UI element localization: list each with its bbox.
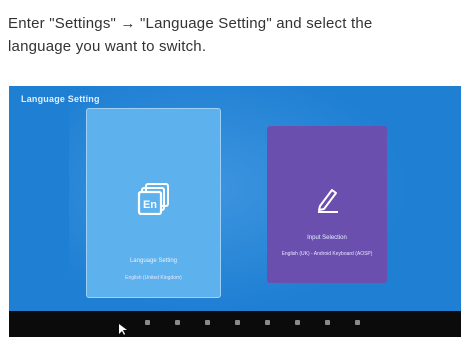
language-setting-value: English (United Kingdom) [125, 275, 182, 281]
device-screen: Language Setting En Language Setting Eng… [9, 86, 461, 337]
instruction-line-1: Enter "Settings" → "Language Setting" an… [8, 15, 373, 32]
mouse-cursor-icon [119, 323, 127, 337]
pen-icon [312, 184, 342, 219]
recents-icon[interactable] [205, 320, 210, 325]
settings-icon[interactable] [355, 320, 360, 325]
volume-up-icon[interactable] [295, 320, 300, 325]
input-selection-label: Input Selection [307, 235, 347, 241]
home-icon[interactable] [175, 320, 180, 325]
input-selection-tile[interactable]: Input Selection English (UK) - Android K… [267, 126, 387, 283]
menu-icon[interactable] [325, 320, 330, 325]
navigation-bar [9, 311, 461, 337]
input-selection-value: English (UK) - Android Keyboard (AOSP) [281, 251, 373, 257]
language-setting-tile[interactable]: En Language Setting English (United King… [86, 108, 221, 298]
language-setting-label: Language Setting [129, 258, 178, 264]
volume-down-icon[interactable] [265, 320, 270, 325]
svg-text:En: En [142, 199, 156, 211]
instruction-line-2: language you want to switch. [8, 38, 207, 55]
instruction-text: Enter "Settings" → "Language Setting" an… [8, 12, 460, 58]
language-en-icon: En [137, 181, 171, 220]
back-icon[interactable] [145, 320, 150, 325]
screenshot-icon[interactable] [235, 320, 240, 325]
screen-title: Language Setting [21, 94, 100, 104]
